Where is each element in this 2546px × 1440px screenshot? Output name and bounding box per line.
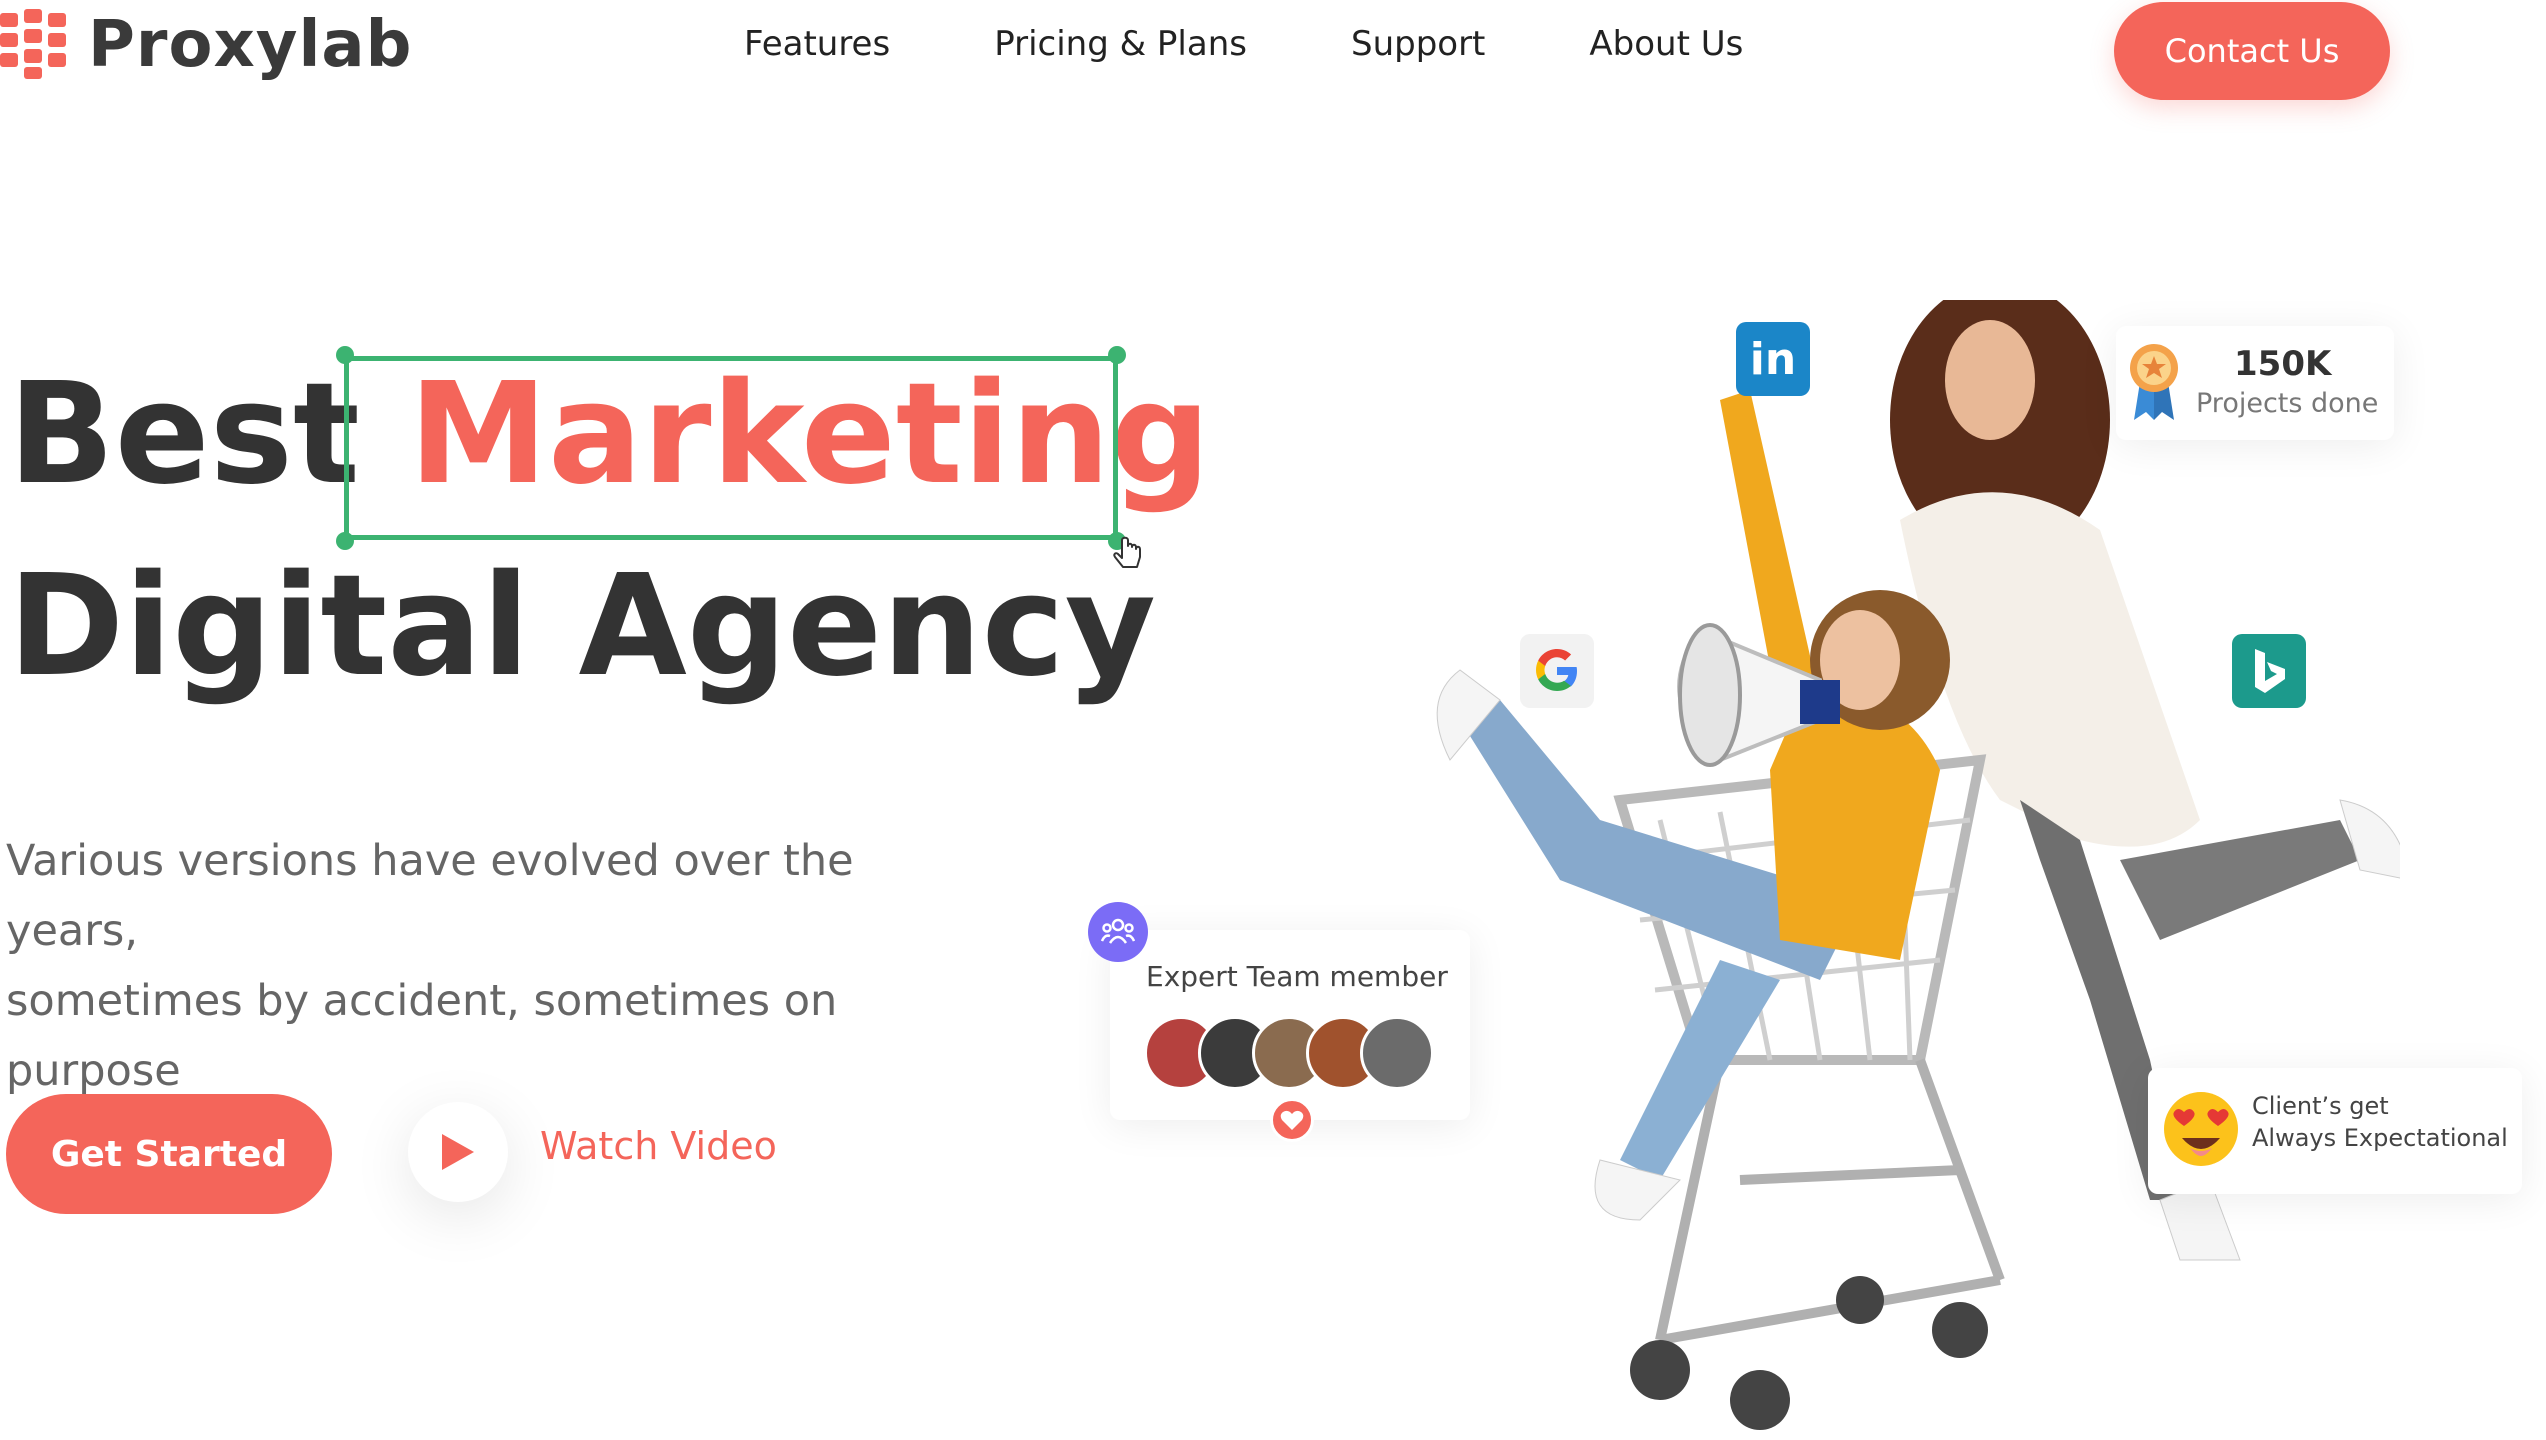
subtitle-line-1: Various versions have evolved over the y…: [6, 836, 854, 956]
hero-subtitle: Various versions have evolved over the y…: [6, 826, 966, 1106]
get-started-button[interactable]: Get Started: [6, 1094, 332, 1214]
client-text: Client’s get Always Expectational: [2252, 1090, 2508, 1154]
nav-item-about[interactable]: About Us: [1589, 24, 1743, 64]
selection-handle-top-right[interactable]: [1108, 346, 1126, 364]
seated-sneaker-bottom: [1594, 1159, 1681, 1221]
team-avatars: [1144, 1016, 1434, 1090]
contact-us-button[interactable]: Contact Us: [2114, 2, 2390, 100]
team-label: Expert Team member: [1146, 960, 1448, 993]
cart-frame: [1655, 1058, 2005, 1345]
google-icon: [1520, 634, 1594, 708]
nav-item-features[interactable]: Features: [744, 24, 890, 64]
projects-count: 150K: [2234, 344, 2332, 384]
team-card: Expert Team member: [1110, 930, 1470, 1120]
standing-woman-face: [1945, 320, 2035, 440]
linkedin-icon: in: [1736, 322, 1810, 396]
heart-eyes-emoji-icon: [2164, 1092, 2238, 1166]
megaphone-band: [1800, 680, 1840, 724]
megaphone-rim: [1678, 623, 1742, 767]
selection-box: [344, 356, 1118, 540]
selection-handle-bottom-left[interactable]: [336, 532, 354, 550]
bing-icon: [2232, 634, 2306, 708]
team-group-icon: [1088, 902, 1148, 962]
cart-wheel-2: [1730, 1370, 1790, 1430]
selection-handle-top-left[interactable]: [336, 346, 354, 364]
brand-name: Proxylab: [88, 8, 413, 82]
hand-cursor-icon: [1113, 536, 1141, 568]
projects-label: Projects done: [2196, 388, 2379, 419]
brand-logo[interactable]: Proxylab: [0, 8, 412, 82]
main-nav: Features Pricing & Plans Support About U…: [744, 24, 1743, 64]
nav-item-support[interactable]: Support: [1351, 24, 1485, 64]
watch-video-link[interactable]: Watch Video: [540, 1124, 777, 1168]
client-line-2: Always Expectational: [2252, 1124, 2508, 1152]
award-ribbon-icon: [2130, 344, 2178, 420]
headline-word-best: Best: [8, 353, 360, 516]
heart-icon[interactable]: [1270, 1098, 1314, 1142]
client-card: Client’s get Always Expectational: [2148, 1068, 2522, 1194]
hero-illustration: [1436, 300, 2400, 1430]
subtitle-line-2: sometimes by accident, sometimes on purp…: [6, 976, 838, 1096]
play-icon: [442, 1134, 474, 1170]
seated-woman-sweater: [1770, 696, 1940, 960]
nav-item-pricing[interactable]: Pricing & Plans: [994, 24, 1247, 64]
cart-wheel-4: [1836, 1276, 1884, 1324]
cart-wheel-3: [1932, 1302, 1988, 1358]
projects-card: 150K Projects done: [2116, 326, 2394, 440]
headline-line-2: Digital Agency: [8, 545, 1156, 708]
play-video-button[interactable]: [408, 1102, 508, 1202]
client-line-1: Client’s get: [2252, 1092, 2389, 1120]
logo-mark-icon: [0, 9, 66, 79]
cart-wheel-1: [1630, 1340, 1690, 1400]
avatar: [1360, 1016, 1434, 1090]
